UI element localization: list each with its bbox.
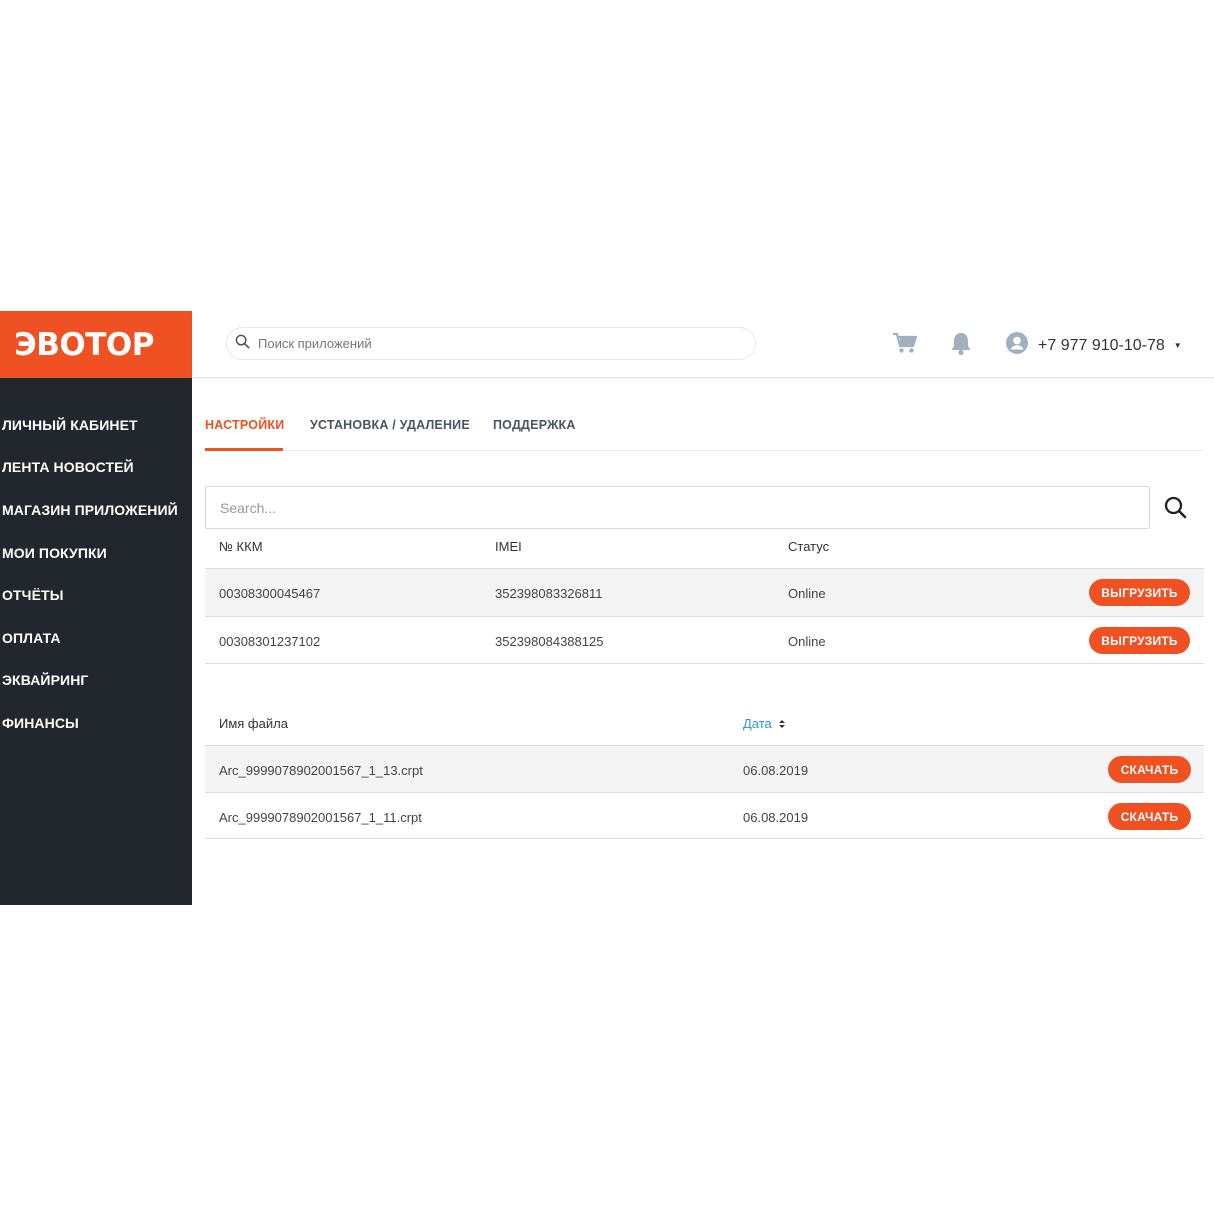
column-header-date[interactable]: Дата — [743, 716, 786, 731]
date-cell: 06.08.2019 — [743, 810, 809, 825]
filename-cell: Arc_9999078902001567_1_11.crpt — [219, 810, 422, 825]
user-avatar-icon — [1006, 332, 1028, 359]
status-cell: Online — [788, 634, 826, 649]
download-button[interactable]: СКАЧАТЬ — [1108, 803, 1191, 830]
table-row: Arc_9999078902001567_1_11.crpt 06.08.201… — [205, 792, 1204, 839]
table-row: Arc_9999078902001567_1_13.crpt 06.08.201… — [205, 745, 1204, 792]
app-search-box[interactable] — [226, 327, 756, 360]
tab-install-uninstall[interactable]: УСТАНОВКА / УДАЛЕНИЕ — [310, 418, 470, 432]
column-header-imei: IMEI — [495, 539, 522, 554]
sidebar-item-finance[interactable]: ФИНАНСЫ — [2, 715, 79, 731]
cart-icon[interactable] — [892, 332, 918, 359]
kkm-cell: 00308300045467 — [219, 586, 321, 601]
column-header-filename: Имя файла — [219, 716, 288, 731]
imei-cell: 352398083326811 — [495, 586, 603, 601]
device-search-box[interactable] — [205, 486, 1150, 529]
date-cell: 06.08.2019 — [743, 763, 809, 778]
date-header-label: Дата — [743, 716, 772, 731]
sidebar-item-app-store[interactable]: МАГАЗИН ПРИЛОЖЕНИЙ — [2, 502, 178, 518]
status-cell: Online — [788, 586, 826, 601]
top-header: +7 977 910-10-78 ▼ — [192, 311, 1214, 378]
column-header-kkm: № ККМ — [219, 539, 263, 554]
export-button[interactable]: ВЫГРУЗИТЬ — [1089, 627, 1190, 654]
bell-icon[interactable] — [949, 331, 973, 361]
imei-cell: 352398084388125 — [495, 634, 604, 649]
app-search-input[interactable] — [258, 336, 718, 351]
sidebar-item-news-feed[interactable]: ЛЕНТА НОВОСТЕЙ — [2, 459, 134, 475]
download-button[interactable]: СКАЧАТЬ — [1108, 756, 1191, 783]
tab-settings[interactable]: НАСТРОЙКИ — [205, 418, 284, 432]
user-phone: +7 977 910-10-78 — [1038, 336, 1165, 354]
active-tab-indicator — [205, 448, 283, 451]
main-content: НАСТРОЙКИ УСТАНОВКА / УДАЛЕНИЕ ПОДДЕРЖКА… — [192, 378, 1214, 905]
logo-text: ЭВОТОР — [14, 326, 154, 363]
sidebar-item-my-purchases[interactable]: МОИ ПОКУПКИ — [2, 545, 107, 561]
table-row: 00308300045467 352398083326811 Online ВЫ… — [205, 568, 1204, 616]
column-header-status: Статус — [788, 539, 830, 554]
export-button[interactable]: ВЫГРУЗИТЬ — [1089, 579, 1190, 606]
sidebar: ЛИЧНЫЙ КАБИНЕТ ЛЕНТА НОВОСТЕЙ МАГАЗИН ПР… — [0, 378, 192, 905]
logo[interactable]: ЭВОТОР — [0, 311, 192, 378]
tabs-bar: НАСТРОЙКИ УСТАНОВКА / УДАЛЕНИЕ ПОДДЕРЖКА — [205, 378, 1204, 451]
search-icon[interactable] — [1164, 496, 1187, 524]
tab-support[interactable]: ПОДДЕРЖКА — [493, 418, 576, 432]
sidebar-item-acquiring[interactable]: ЭКВАЙРИНГ — [2, 672, 88, 688]
kkm-cell: 00308301237102 — [219, 634, 321, 649]
caret-down-icon: ▼ — [1173, 341, 1182, 350]
sidebar-item-reports[interactable]: ОТЧЁТЫ — [2, 587, 64, 603]
sort-icon — [779, 720, 786, 728]
sidebar-item-payment[interactable]: ОПЛАТА — [2, 630, 61, 646]
user-menu[interactable]: +7 977 910-10-78 ▼ — [1006, 332, 1182, 359]
filename-cell: Arc_9999078902001567_1_13.crpt — [219, 763, 423, 778]
device-search-input[interactable] — [206, 487, 1149, 528]
sidebar-item-personal-account[interactable]: ЛИЧНЫЙ КАБИНЕТ — [2, 417, 138, 433]
table-row: 00308301237102 352398084388125 Online ВЫ… — [205, 616, 1204, 664]
search-icon — [235, 334, 250, 354]
app-window: ЭВОТОР ЛИЧНЫЙ КАБИНЕТ ЛЕНТА НОВОСТЕЙ МАГ… — [0, 311, 1214, 905]
